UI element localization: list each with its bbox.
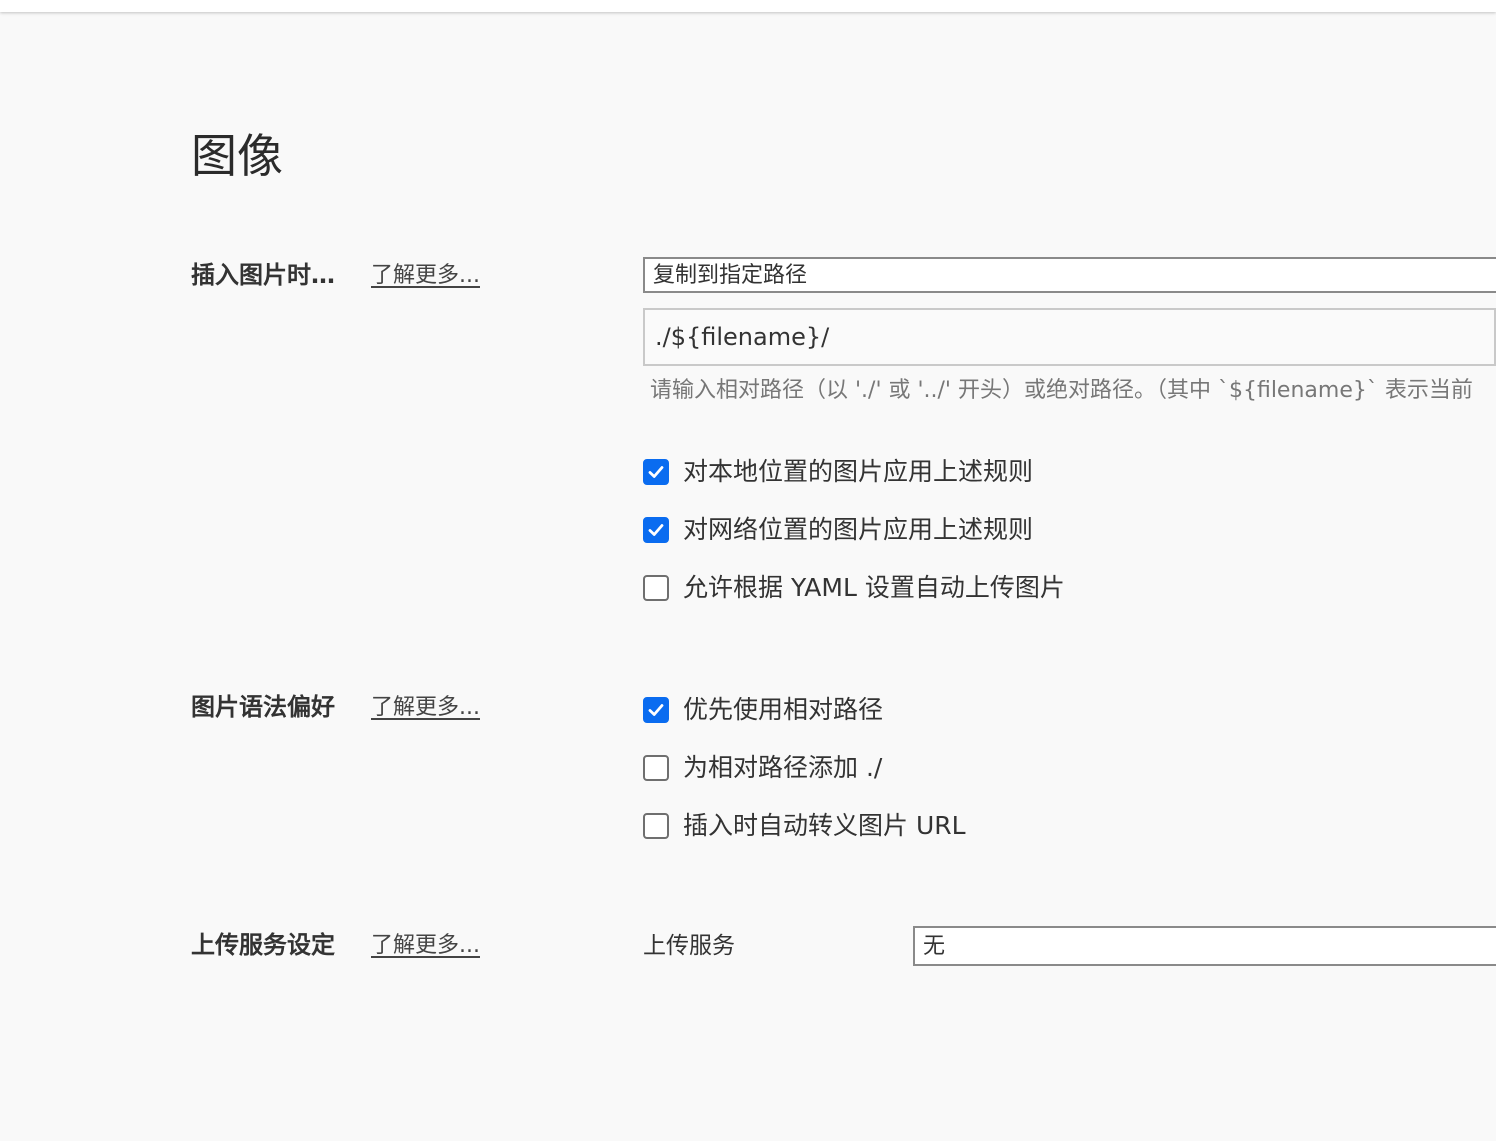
yaml-auto-upload-option[interactable]: 允许根据 YAML 设置自动上传图片 [643, 571, 1065, 605]
upload-service-label: 上传服务 [643, 933, 735, 959]
add-dot-slash-label: 为相对路径添加 ./ [683, 753, 883, 782]
add-dot-slash-checkbox[interactable] [643, 755, 669, 781]
checkmark-icon [648, 704, 664, 716]
checkmark-icon [648, 524, 664, 536]
apply-local-images-option[interactable]: 对本地位置的图片应用上述规则 [643, 455, 1033, 489]
insert-image-learn-more-link[interactable]: 了解更多... [371, 259, 480, 293]
top-bar [0, 0, 1496, 12]
escape-image-url-option[interactable]: 插入时自动转义图片 URL [643, 809, 966, 843]
apply-network-images-option[interactable]: 对网络位置的图片应用上述规则 [643, 513, 1033, 547]
apply-network-images-label: 对网络位置的图片应用上述规则 [683, 515, 1034, 544]
insert-image-action-select[interactable]: 复制到指定路径 [643, 257, 1496, 293]
apply-local-images-checkbox[interactable] [643, 459, 669, 485]
prefer-relative-path-option[interactable]: 优先使用相对路径 [643, 693, 883, 727]
upload-service-learn-more-link[interactable]: 了解更多... [371, 929, 480, 963]
apply-local-images-label: 对本地位置的图片应用上述规则 [683, 457, 1034, 486]
prefer-relative-path-label: 优先使用相对路径 [683, 695, 884, 724]
upload-service-section-label: 上传服务设定 [191, 931, 335, 959]
prefer-relative-path-checkbox[interactable] [643, 697, 669, 723]
escape-image-url-label: 插入时自动转义图片 URL [683, 811, 966, 840]
apply-network-images-checkbox[interactable] [643, 517, 669, 543]
image-path-hint: 请输入相对路径（以 './' 或 '../' 开头）或绝对路径。（其中 `${f… [650, 378, 1473, 403]
preferences-page: 图像 插入图片时… 了解更多... 复制到指定路径 ./${filename}/… [0, 0, 1496, 1141]
image-path-input[interactable]: ./${filename}/ [643, 308, 1496, 366]
yaml-auto-upload-label: 允许根据 YAML 设置自动上传图片 [683, 573, 1065, 602]
image-syntax-section-label: 图片语法偏好 [191, 693, 335, 721]
page-title: 图像 [191, 129, 283, 183]
insert-image-section-label: 插入图片时… [191, 261, 335, 289]
image-syntax-learn-more-link[interactable]: 了解更多... [371, 691, 480, 725]
checkmark-icon [648, 466, 664, 478]
add-dot-slash-option[interactable]: 为相对路径添加 ./ [643, 751, 882, 785]
escape-image-url-checkbox[interactable] [643, 813, 669, 839]
yaml-auto-upload-checkbox[interactable] [643, 575, 669, 601]
upload-service-select[interactable]: 无 [913, 926, 1496, 966]
